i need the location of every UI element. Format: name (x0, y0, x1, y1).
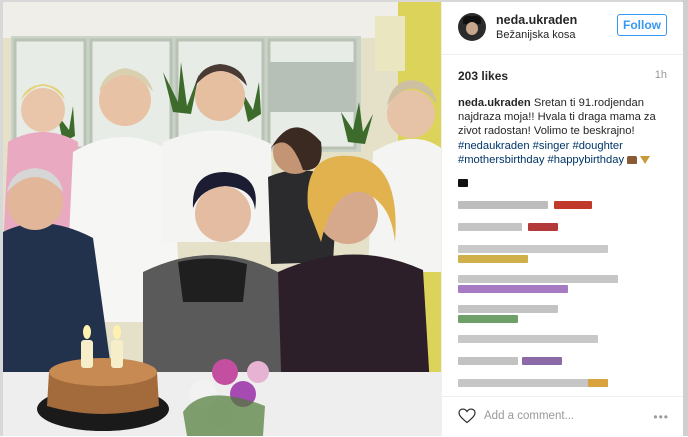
post-photo[interactable] (3, 2, 441, 436)
post-sidebar: neda.ukraden Bežanijska kosa Follow 203 … (441, 2, 683, 436)
blurred-comment (458, 243, 670, 264)
cake-emoji-icon (627, 155, 638, 164)
hashtag[interactable]: #doughter (572, 140, 622, 152)
photo-illustration (3, 2, 441, 436)
likes-count[interactable]: 203 likes (458, 69, 508, 83)
blurred-comment (458, 333, 670, 345)
post-time[interactable]: 1h (655, 69, 667, 81)
follow-button[interactable]: Follow (617, 14, 667, 36)
blurred-comment (458, 177, 670, 189)
more-icon[interactable]: ••• (653, 410, 669, 424)
add-comment-input[interactable] (484, 407, 634, 425)
blurred-comment (458, 377, 670, 389)
username-link[interactable]: neda.ukraden (496, 13, 577, 27)
hashtag[interactable]: #happybirthday (548, 154, 625, 166)
blurred-comment (458, 303, 670, 324)
heart-icon[interactable] (458, 408, 476, 424)
post-footer: ••• (442, 396, 683, 437)
hashtag[interactable]: #nedaukraden (458, 140, 530, 152)
cocktail-emoji-icon (640, 155, 651, 164)
blurred-comment (458, 221, 670, 233)
hashtag[interactable]: #singer (533, 140, 570, 152)
hashtag[interactable]: #mothersbirthday (458, 154, 544, 166)
caption-username[interactable]: neda.ukraden (458, 97, 531, 109)
blurred-comment (458, 355, 670, 367)
post-header: neda.ukraden Bežanijska kosa Follow (442, 2, 683, 55)
comments-area: neda.ukraden Sretan ti 91.rodjendan najd… (458, 96, 670, 396)
avatar[interactable] (458, 13, 486, 41)
caption: neda.ukraden Sretan ti 91.rodjendan najd… (458, 96, 670, 167)
blurred-comment (458, 273, 670, 294)
location-link[interactable]: Bežanijska kosa (496, 29, 576, 41)
blurred-comment (458, 199, 670, 211)
